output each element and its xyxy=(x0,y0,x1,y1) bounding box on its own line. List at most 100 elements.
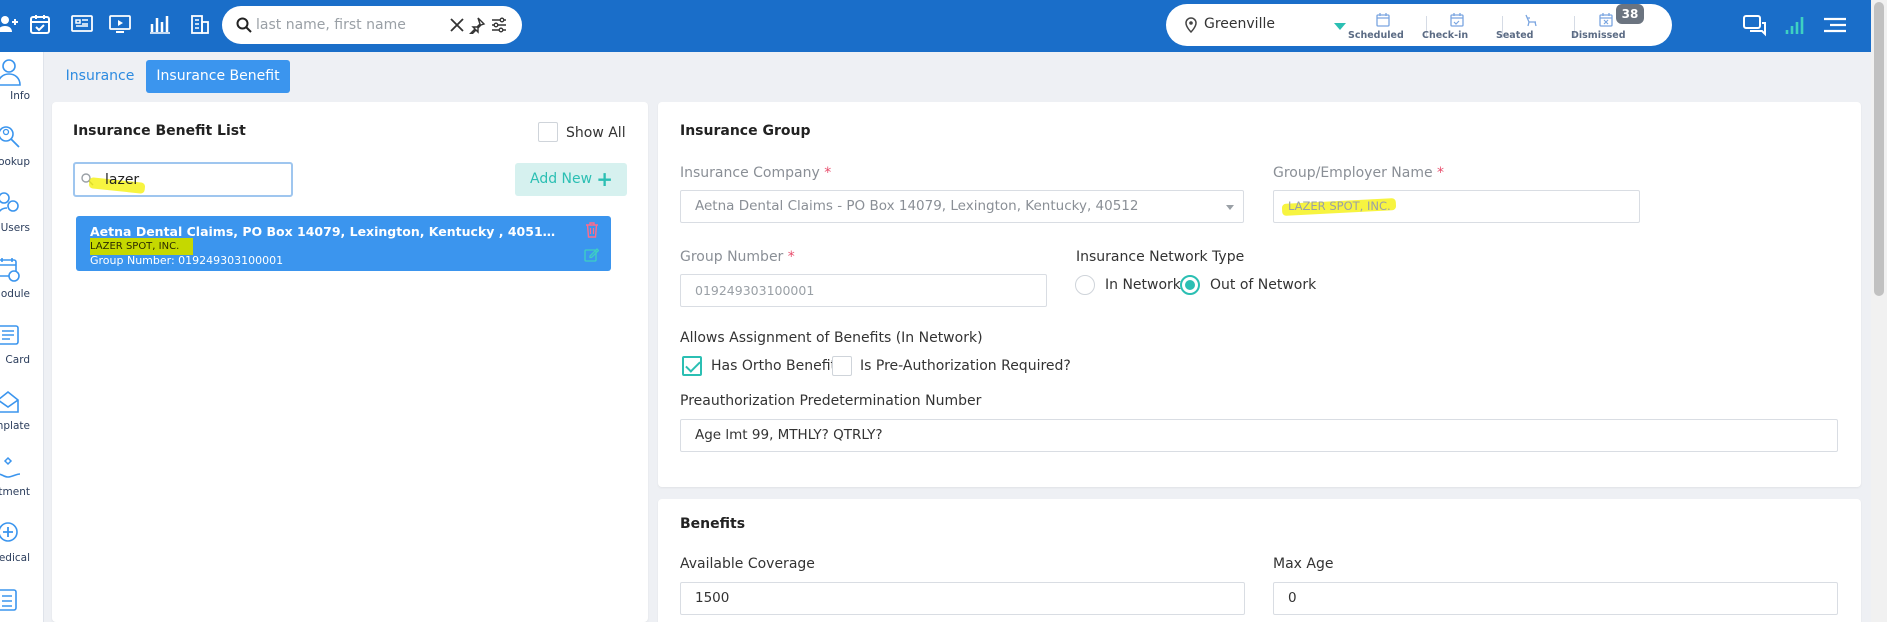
sidebar-item-label: Template xyxy=(0,420,30,432)
list-item-group-number: Group Number: 019249303100001 xyxy=(90,254,284,267)
sidebar-item-label: Medical xyxy=(0,552,30,564)
show-all-label: Show All xyxy=(566,125,626,141)
signal-bars-icon[interactable] xyxy=(1782,13,1808,37)
list-item[interactable]: Aetna Dental Claims, PO Box 14079, Lexin… xyxy=(76,216,611,271)
analytics-icon[interactable] xyxy=(148,12,172,36)
sidebar-item-users[interactable]: Users xyxy=(0,188,43,248)
insurance-group-title: Insurance Group xyxy=(680,123,811,139)
seated-label: Seated xyxy=(1496,30,1534,41)
scheduled-label: Scheduled xyxy=(1348,30,1404,41)
chevron-down-icon[interactable] xyxy=(1334,23,1346,30)
add-new-button[interactable]: Add New + xyxy=(515,163,627,196)
card-icon xyxy=(0,325,19,345)
available-coverage-label: Available Coverage xyxy=(680,556,815,572)
chat-icon[interactable] xyxy=(1742,13,1768,37)
monitor-play-icon[interactable] xyxy=(108,12,132,36)
sidebar-item-info[interactable]: Info xyxy=(0,56,43,116)
has-ortho-benefit-checkbox[interactable] xyxy=(682,356,702,376)
dismissed-label: Dismissed xyxy=(1571,30,1626,41)
allows-assignment-label: Allows Assignment of Benefits (In Networ… xyxy=(680,330,983,346)
check-in-status[interactable]: Check-in xyxy=(1422,10,1492,42)
dismissed-count-badge: 38 xyxy=(1616,4,1644,24)
chevron-down-icon xyxy=(1226,205,1234,210)
pin-icon[interactable] xyxy=(468,16,486,34)
preauth-number-field[interactable]: Age lmt 99, MTHLY? QTRLY? xyxy=(680,419,1838,452)
scheduled-status[interactable]: Scheduled xyxy=(1348,10,1418,42)
list-panel-title: Insurance Benefit List xyxy=(73,123,246,139)
sidebar-item-label: Info xyxy=(10,90,30,102)
list-icon xyxy=(0,589,17,611)
template-icon xyxy=(0,390,19,413)
sidebar-item-card[interactable]: Card xyxy=(0,320,43,380)
plus-icon: + xyxy=(596,167,613,191)
network-type-label: Insurance Network Type xyxy=(1076,249,1245,265)
add-new-label: Add New xyxy=(530,171,593,187)
sidebar-item-medical[interactable]: Medical xyxy=(0,518,43,578)
max-age-label: Max Age xyxy=(1273,556,1334,572)
left-sidebar: Info Lookup Users Module Card Template T… xyxy=(0,52,44,622)
top-navigation-bar: Greenville Scheduled Check-in Seated Dis… xyxy=(0,0,1871,52)
sidebar-item-template[interactable]: Template xyxy=(0,386,43,446)
person-icon xyxy=(0,59,21,86)
sidebar-item-module[interactable]: Module xyxy=(0,254,43,314)
tab-insurance-benefit[interactable]: Insurance Benefit xyxy=(146,60,290,93)
calendar-x-icon xyxy=(1599,13,1613,27)
sidebar-item-label: Users xyxy=(0,222,30,234)
preauth-number-label: Preauthorization Predetermination Number xyxy=(680,393,982,409)
page-scrollbar-thumb[interactable] xyxy=(1874,2,1884,296)
group-number-label: Group Number * xyxy=(680,249,795,265)
employer-name-label: Group/Employer Name * xyxy=(1273,165,1445,181)
benefits-title: Benefits xyxy=(680,516,746,532)
available-coverage-field[interactable]: 1500 xyxy=(680,582,1245,615)
sidebar-item-more[interactable] xyxy=(0,584,43,622)
seated-status[interactable]: Seated xyxy=(1496,10,1566,42)
group-number-field[interactable]: 019249303100001 xyxy=(680,274,1047,307)
sidebar-item-treatment[interactable]: Treatment xyxy=(0,452,43,512)
calendar-check-icon xyxy=(1450,13,1464,27)
benefit-filter-box[interactable] xyxy=(73,162,293,197)
in-network-label: In Network xyxy=(1105,277,1181,293)
menu-icon[interactable] xyxy=(1822,13,1848,37)
list-item-employer: LAZER SPOT, INC. xyxy=(90,238,194,255)
close-icon[interactable] xyxy=(448,16,466,34)
treatment-icon xyxy=(0,456,21,478)
sidebar-item-label: Lookup xyxy=(0,156,30,168)
medical-icon xyxy=(0,522,18,542)
has-ortho-benefit-label: Has Ortho Benefit xyxy=(711,358,837,374)
preauth-required-checkbox[interactable] xyxy=(832,356,852,376)
search-icon xyxy=(236,17,252,33)
lookup-icon xyxy=(0,126,20,148)
location-selector[interactable]: Greenville xyxy=(1204,16,1275,32)
tab-insurance[interactable]: Insurance xyxy=(65,60,135,93)
edit-icon[interactable] xyxy=(584,247,599,262)
sidebar-item-lookup[interactable]: Lookup xyxy=(0,122,43,182)
check-in-label: Check-in xyxy=(1422,30,1469,41)
sidebar-item-label: Treatment xyxy=(0,486,30,498)
location-pin-icon xyxy=(1185,17,1197,33)
in-network-radio[interactable] xyxy=(1075,275,1095,295)
filter-sliders-icon[interactable] xyxy=(490,16,508,34)
users-icon xyxy=(0,192,19,213)
preauth-required-label: Is Pre-Authorization Required? xyxy=(860,358,1071,374)
calendar-small-icon xyxy=(1376,13,1390,27)
dental-chair-icon xyxy=(1525,14,1537,27)
module-icon xyxy=(0,258,20,282)
employer-name-field[interactable]: LAZER SPOT, INC. xyxy=(1273,190,1640,223)
show-all-checkbox[interactable] xyxy=(538,122,558,142)
patient-search-box[interactable] xyxy=(222,6,522,44)
trash-icon[interactable] xyxy=(585,222,599,238)
calendar-icon[interactable] xyxy=(28,12,52,36)
benefit-filter-input[interactable] xyxy=(105,169,275,191)
out-of-network-radio[interactable] xyxy=(1180,275,1200,295)
max-age-field[interactable]: 0 xyxy=(1273,582,1838,615)
insurance-company-label: Insurance Company * xyxy=(680,165,832,181)
sidebar-item-label: Card xyxy=(5,354,30,366)
building-icon[interactable] xyxy=(188,12,212,36)
dashboard-icon[interactable] xyxy=(70,12,94,36)
add-patient-icon[interactable] xyxy=(0,12,20,36)
location-status-panel: Greenville Scheduled Check-in Seated Dis… xyxy=(1166,4,1672,46)
insurance-company-select[interactable]: Aetna Dental Claims - PO Box 14079, Lexi… xyxy=(680,190,1244,223)
sidebar-item-label: Module xyxy=(0,288,30,300)
patient-search-input[interactable] xyxy=(256,14,426,36)
out-of-network-label: Out of Network xyxy=(1210,277,1317,293)
